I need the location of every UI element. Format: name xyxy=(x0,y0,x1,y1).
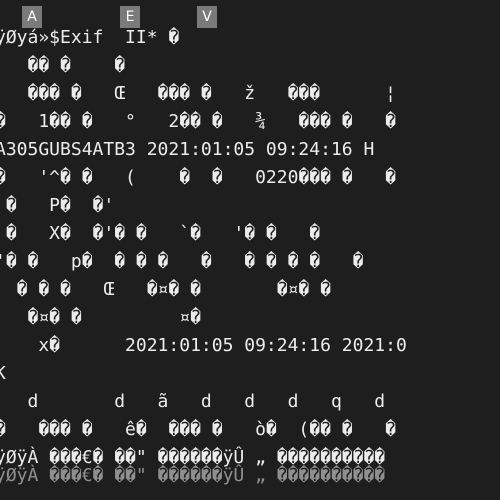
terminal-line: '� � p� � � � � � � � � � xyxy=(0,251,364,272)
terminal-line: � '^� � ( � � 0220��� � � xyxy=(0,167,396,188)
terminal-line: � 1�� � ° 2�� � ¾ ��� � � xyxy=(0,111,396,132)
terminal-line: �¤� � ¤� xyxy=(0,307,201,328)
terminal-line: � � � Œ �¤� � �¤� � xyxy=(0,279,331,300)
terminal-output: ÿØyá»$Exif II* � �� � � ��� � Œ ��� � ž … xyxy=(0,24,500,490)
terminal-line: � P� �' xyxy=(0,195,115,216)
terminal-line: A305GUBS4ATB3 2021:01:05 09:24:16 H xyxy=(0,139,375,160)
terminal-line: �� � � xyxy=(0,55,126,76)
terminal-line: K xyxy=(0,363,6,384)
terminal-line: ÿØyá»$Exif II* � xyxy=(0,27,180,48)
terminal-line-partial: ÿØÿÀ ���€� ��" ������ÿÛ „ ���������� xyxy=(0,465,386,486)
terminal-line: � ��� � ê� ��� � ò� (�� � � xyxy=(0,419,396,440)
terminal-line: x� 2021:01:05 09:24:16 2021:0 xyxy=(0,335,407,356)
terminal-line: ��� � Œ ��� � ž ��� ¦ xyxy=(0,83,396,104)
terminal-window: A E V ÿØyá»$Exif II* � �� � � ��� � Œ ��… xyxy=(0,0,500,500)
terminal-line: � X� �'� � `� '� � � xyxy=(0,223,321,244)
terminal-line: d d ã d d d q d xyxy=(0,391,386,412)
